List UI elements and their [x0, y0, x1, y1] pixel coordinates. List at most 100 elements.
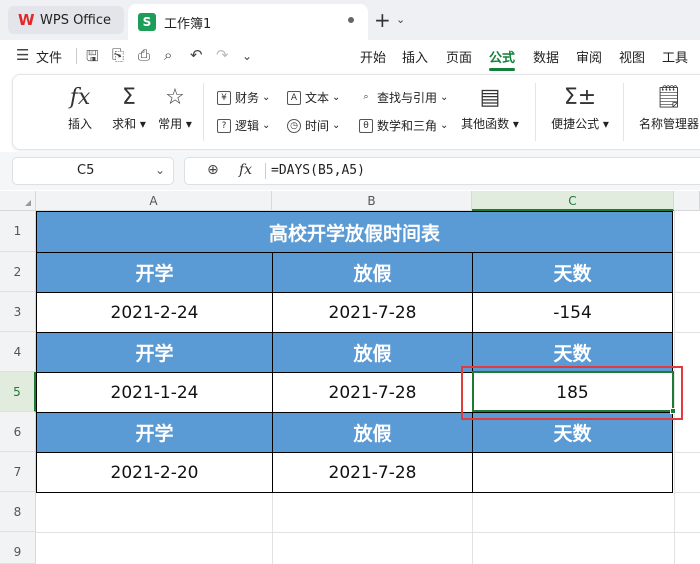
cell-a7[interactable]: 2021-2-20: [36, 452, 273, 493]
chevron-down-icon: ▾: [139, 117, 146, 131]
print-preview-icon[interactable]: ⌕: [164, 46, 172, 64]
finance-functions-button[interactable]: ¥ 财务 ⌄: [217, 89, 270, 106]
redo-icon[interactable]: ↷: [216, 46, 229, 64]
text-label: 文本: [305, 91, 330, 105]
cell-a5[interactable]: 2021-1-24: [36, 372, 273, 413]
spreadsheet-icon: S: [138, 13, 156, 31]
cell-b7[interactable]: 2021-7-28: [272, 452, 473, 493]
row-header-7[interactable]: 7: [0, 452, 36, 492]
name-manager-button[interactable]: 🗒 名称管理器: [633, 83, 700, 132]
save-icon[interactable]: 🖫: [86, 46, 99, 71]
unsaved-dot-icon[interactable]: [348, 17, 354, 23]
menu-separator: [76, 48, 77, 64]
row-header-2[interactable]: 2: [0, 252, 36, 292]
chevron-down-icon: ▾: [185, 117, 192, 131]
formula-separator: [265, 163, 266, 179]
wps-logo-icon: W: [18, 11, 35, 29]
print-icon[interactable]: ⎙: [138, 46, 150, 64]
quick-formula-button[interactable]: Σ± 便捷公式 ▾: [545, 83, 615, 132]
export-icon[interactable]: ⎘: [112, 46, 124, 64]
other-functions-button[interactable]: ▤ 其他函数 ▾: [457, 83, 523, 132]
menu-bar: ☰ 文件 🖫 ⎘ ⎙ ⌕ ↶ ↷ ⌄ 开始 插入 页面 公式 数据 审阅 视图 …: [0, 40, 700, 72]
math-functions-button[interactable]: θ 数学和三角 ⌄: [359, 117, 448, 134]
tab-home[interactable]: 开始: [360, 47, 386, 66]
common-functions-button[interactable]: ☆ 常用 ▾: [153, 83, 197, 132]
header-cell-days[interactable]: 天数: [472, 252, 673, 293]
cell-b5[interactable]: 2021-7-28: [272, 372, 473, 413]
cell-c7[interactable]: [472, 452, 673, 493]
quick-access-more-icon[interactable]: ⌄: [242, 49, 252, 63]
cell-a3[interactable]: 2021-2-24: [36, 292, 273, 333]
new-tab-button[interactable]: +: [374, 8, 391, 32]
tab-tools[interactable]: 工具: [662, 47, 688, 66]
file-menu[interactable]: 文件: [36, 47, 62, 66]
fx-icon[interactable]: fx: [239, 162, 252, 178]
sigma-icon: Σ: [122, 85, 136, 110]
formula-input[interactable]: ⊕ fx =DAYS(B5,A5): [184, 157, 700, 185]
name-manager-label: 名称管理器: [638, 117, 699, 131]
text-functions-button[interactable]: A 文本 ⌄: [287, 89, 340, 106]
cell-c3[interactable]: -154: [472, 292, 673, 333]
row-header-5[interactable]: 5: [0, 372, 36, 412]
tab-review[interactable]: 审阅: [576, 47, 602, 66]
row-header-3[interactable]: 3: [0, 292, 36, 332]
zoom-icon[interactable]: ⊕: [207, 162, 219, 178]
highlight-annotation-box: [461, 366, 683, 420]
undo-icon[interactable]: ↶: [190, 46, 203, 64]
column-header-d[interactable]: [674, 191, 700, 211]
ribbon-separator: [535, 83, 536, 141]
tab-page[interactable]: 页面: [446, 47, 472, 66]
row-header-4[interactable]: 4: [0, 332, 36, 372]
gridline: [674, 452, 700, 453]
ribbon-separator: [203, 83, 204, 141]
calculator-icon: ▤: [479, 85, 501, 110]
gridline: [272, 492, 273, 564]
header-cell-start[interactable]: 开学: [36, 332, 273, 373]
ribbon: fx 插入 Σ 求和 ▾ ☆ 常用 ▾ ¥ 财务 ⌄ ? 逻辑 ⌄ A 文本 ⌄…: [12, 74, 700, 150]
table-title-cell[interactable]: 高校开学放假时间表: [36, 211, 673, 253]
autosum-button[interactable]: Σ 求和 ▾: [107, 83, 151, 132]
cell-b3[interactable]: 2021-7-28: [272, 292, 473, 333]
logic-label: 逻辑: [235, 119, 260, 133]
select-all-corner[interactable]: [0, 191, 36, 211]
row-header-8[interactable]: 8: [0, 492, 36, 532]
name-box[interactable]: C5 ⌄: [12, 157, 174, 185]
gridline: [36, 532, 700, 533]
tab-formula[interactable]: 公式: [489, 47, 515, 66]
gridline: [674, 252, 700, 253]
row-header-9[interactable]: 9: [0, 532, 36, 564]
header-cell-start[interactable]: 开学: [36, 252, 273, 293]
logic-functions-button[interactable]: ? 逻辑 ⌄: [217, 117, 270, 134]
header-cell-vacation[interactable]: 放假: [272, 412, 473, 453]
gridline: [674, 492, 700, 493]
finance-icon: ¥: [217, 90, 231, 105]
new-tab-menu-icon[interactable]: ⌄: [396, 13, 405, 26]
tab-insert[interactable]: 插入: [402, 47, 428, 66]
header-cell-vacation[interactable]: 放假: [272, 252, 473, 293]
formula-bar: C5 ⌄ ⊕ fx =DAYS(B5,A5): [0, 152, 700, 190]
document-tab[interactable]: S 工作簿1: [128, 4, 368, 40]
tab-view[interactable]: 视图: [619, 47, 645, 66]
column-header-b[interactable]: B: [272, 191, 472, 211]
menu-icon[interactable]: ☰: [16, 46, 29, 64]
chevron-down-icon: ⌄: [332, 92, 341, 103]
chevron-down-icon[interactable]: ⌄: [155, 163, 165, 177]
header-cell-vacation[interactable]: 放假: [272, 332, 473, 373]
column-header-c[interactable]: C: [472, 191, 674, 211]
insert-function-button[interactable]: fx 插入: [63, 83, 97, 132]
app-tab[interactable]: W WPS Office: [8, 6, 124, 34]
row-header-1[interactable]: 1: [0, 211, 36, 252]
clock-icon: ◷: [287, 118, 301, 133]
finance-label: 财务: [235, 91, 260, 105]
row-header-6[interactable]: 6: [0, 412, 36, 452]
chevron-down-icon: ▾: [602, 117, 609, 131]
chevron-down-icon: ⌄: [440, 92, 449, 103]
star-icon: ☆: [165, 85, 185, 110]
column-header-a[interactable]: A: [36, 191, 272, 211]
lookup-functions-button[interactable]: ⌕ 查找与引用 ⌄: [359, 89, 448, 106]
header-cell-start[interactable]: 开学: [36, 412, 273, 453]
active-tab-indicator: [489, 68, 515, 71]
time-functions-button[interactable]: ◷ 时间 ⌄: [287, 117, 340, 134]
tab-data[interactable]: 数据: [533, 47, 559, 66]
chevron-down-icon: ⌄: [262, 120, 271, 131]
